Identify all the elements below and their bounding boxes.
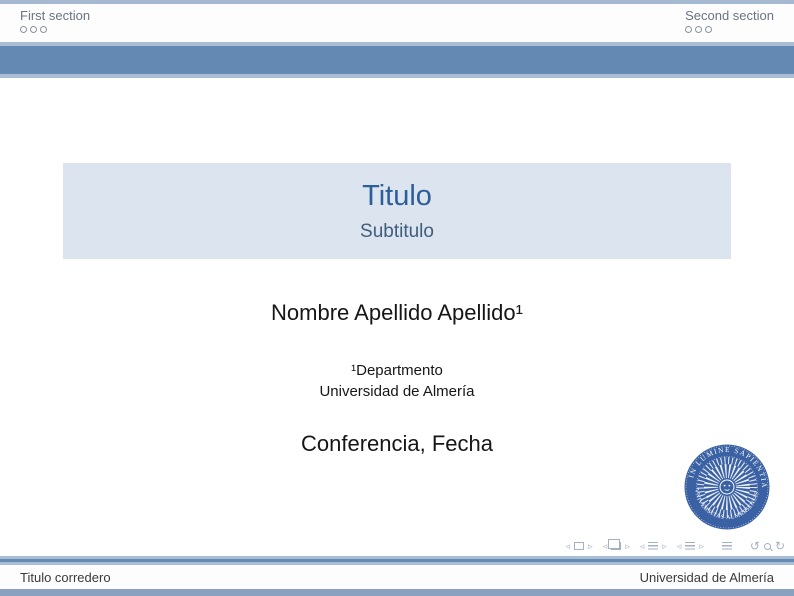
conference-date: Conferencia, Fecha (0, 431, 794, 457)
next-slide-icon[interactable]: ▹ (588, 539, 593, 553)
section-left-frame-dots (20, 26, 90, 33)
prev-section-icon[interactable]: ◃ (677, 539, 682, 553)
slide-subtitle: Subtitulo (360, 221, 434, 243)
next-section-icon[interactable]: ▹ (699, 539, 704, 553)
institute-block: ¹Departmento Universidad de Almería (0, 360, 794, 402)
frame-dot[interactable] (20, 26, 27, 33)
appendix-nav-group (722, 542, 732, 550)
forward-icon[interactable]: ↻ (775, 539, 785, 553)
slide-icon[interactable] (574, 542, 584, 550)
footer-short-title: Titulo corredero (20, 570, 111, 585)
university-seal-logo: IN LUMINE SAPIENTIA VNIVERSITAS ALMERIEN… (684, 444, 770, 530)
seal-sun-face (720, 480, 734, 494)
header-band-medium (0, 46, 794, 74)
history-nav-group: ↺ ↻ (750, 539, 785, 553)
prev-subsection-icon[interactable]: ◃ (640, 539, 645, 553)
appendix-icon[interactable] (722, 542, 732, 550)
next-subsection-icon[interactable]: ▹ (662, 539, 667, 553)
institute-line-university: Universidad de Almería (0, 381, 794, 402)
search-icon[interactable] (764, 543, 771, 550)
slide-nav-group: ◃ ▹ (566, 539, 593, 553)
institute-line-department: ¹Departmento (0, 360, 794, 381)
section-left: First section (20, 8, 90, 42)
section-right: Second section (685, 8, 774, 42)
frame-dot[interactable] (705, 26, 712, 33)
frame-dot[interactable] (695, 26, 702, 33)
slide-title: Titulo (362, 180, 432, 212)
subsection-nav-group: ◃ ▹ (640, 539, 667, 553)
navigation-symbols: ◃ ▹ ◃ ▹ ◃ ▹ ◃ ▹ ↺ ↻ (556, 539, 785, 553)
prev-frame-icon[interactable]: ◃ (603, 539, 608, 553)
section-right-label[interactable]: Second section (685, 8, 774, 23)
frame-icon[interactable] (611, 542, 621, 550)
back-icon[interactable]: ↺ (750, 539, 760, 553)
frame-nav-group: ◃ ▹ (603, 539, 630, 553)
title-block: Titulo Subtitulo (63, 163, 731, 259)
subsection-icon[interactable] (648, 542, 658, 550)
next-frame-icon[interactable]: ▹ (625, 539, 630, 553)
frame-dot[interactable] (30, 26, 37, 33)
section-left-label[interactable]: First section (20, 8, 90, 23)
author-name: Nombre Apellido Apellido¹ (0, 300, 794, 326)
frame-dot[interactable] (40, 26, 47, 33)
section-header: First section Second section (0, 4, 794, 42)
footer: Titulo corredero Universidad de Almería (0, 565, 794, 589)
beamer-slide: First section Second section Titulo Subt… (0, 0, 794, 596)
frame-dot[interactable] (685, 26, 692, 33)
bottom-accent-bar (0, 589, 794, 596)
header-band-light-bottom (0, 74, 794, 78)
footer-institution: Universidad de Almería (640, 570, 774, 585)
prev-slide-icon[interactable]: ◃ (566, 539, 571, 553)
section-right-frame-dots (685, 26, 774, 33)
section-icon[interactable] (685, 542, 695, 550)
section-nav-group: ◃ ▹ (677, 539, 704, 553)
